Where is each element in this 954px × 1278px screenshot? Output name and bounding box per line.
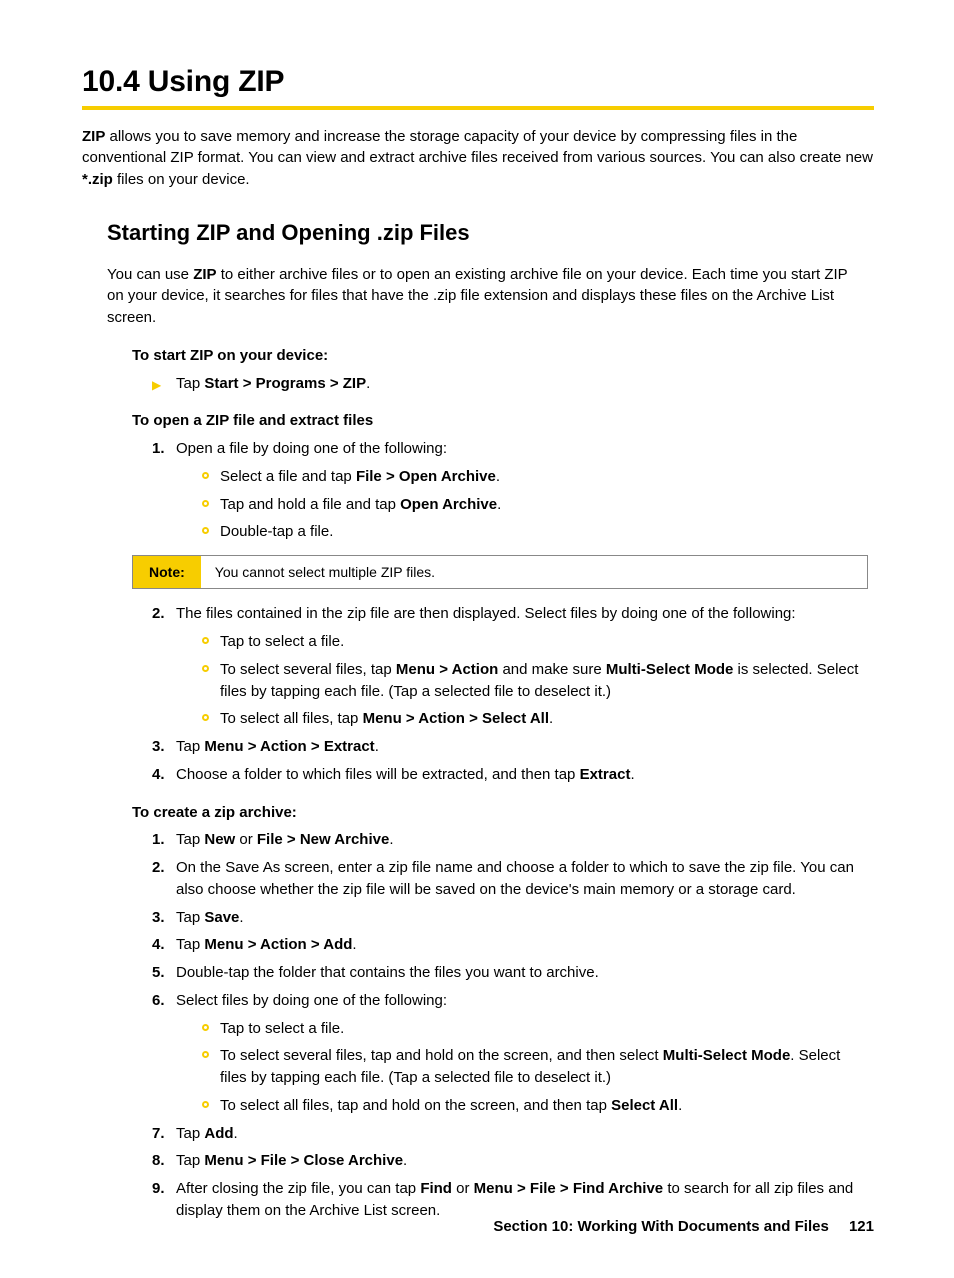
list-item: 2. The files contained in the zip file a…: [152, 603, 868, 730]
sub-bullets: Select a file and tap File > Open Archiv…: [198, 466, 868, 543]
list-item: Double-tap a file.: [198, 521, 868, 543]
list-item: To select all files, tap and hold on the…: [198, 1095, 868, 1117]
list-item: 7. Tap Add.: [152, 1123, 868, 1145]
list-item: To select several files, tap and hold on…: [198, 1045, 868, 1089]
page-footer: Section 10: Working With Documents and F…: [493, 1216, 874, 1238]
list-item: 3. Tap Menu > Action > Extract.: [152, 736, 868, 758]
list-item: 3. Tap Save.: [152, 907, 868, 929]
list-item: 4. Choose a folder to which files will b…: [152, 764, 868, 786]
list-item: To select several files, tap Menu > Acti…: [198, 659, 868, 703]
proc1-title: To start ZIP on your device:: [132, 345, 874, 367]
list-item: 4. Tap Menu > Action > Add.: [152, 934, 868, 956]
proc3-list: 1. Tap New or File > New Archive. 2.On t…: [152, 829, 868, 1221]
list-item: 1. Tap New or File > New Archive.: [152, 829, 868, 851]
section-number: 10.4: [82, 65, 140, 98]
intro-paragraph: ZIP allows you to save memory and increa…: [82, 126, 874, 191]
list-item: 8. Tap Menu > File > Close Archive.: [152, 1150, 868, 1172]
proc3-title: To create a zip archive:: [132, 802, 874, 824]
note-box: Note: You cannot select multiple ZIP fil…: [132, 555, 868, 589]
intro-bold-zip: ZIP: [82, 128, 105, 145]
divider: [82, 106, 874, 110]
note-text: You cannot select multiple ZIP files.: [201, 556, 867, 588]
sub-bullets: Tap to select a file. To select several …: [198, 631, 868, 730]
intro-text-2: files on your device.: [113, 171, 250, 188]
document-page: 10.4 Using ZIP ZIP allows you to save me…: [0, 0, 954, 1278]
list-item: 5.Double-tap the folder that contains th…: [152, 962, 868, 984]
proc2-list: 1. Open a file by doing one of the follo…: [152, 438, 868, 543]
sub-intro: You can use ZIP to either archive files …: [107, 264, 868, 329]
list-item: 1. Open a file by doing one of the follo…: [152, 438, 868, 543]
section-name: Using ZIP: [148, 65, 285, 98]
triangle-bullet-icon: ▶: [152, 377, 161, 394]
list-item: 6. Select files by doing one of the foll…: [152, 990, 868, 1117]
list-item: Select a file and tap File > Open Archiv…: [198, 466, 868, 488]
proc2-title: To open a ZIP file and extract files: [132, 410, 874, 432]
page-title: 10.4 Using ZIP: [82, 60, 874, 104]
list-item: Tap and hold a file and tap Open Archive…: [198, 494, 868, 516]
list-item: Tap to select a file.: [198, 631, 868, 653]
sub-bullets: Tap to select a file. To select several …: [198, 1018, 868, 1117]
footer-section: Section 10: Working With Documents and F…: [493, 1218, 828, 1235]
list-item: 2.On the Save As screen, enter a zip fil…: [152, 857, 868, 901]
subheading: Starting ZIP and Opening .zip Files: [107, 217, 874, 249]
intro-bold-ext: *.zip: [82, 171, 113, 188]
list-item: To select all files, tap Menu > Action >…: [198, 708, 868, 730]
proc2-list-cont: 2. The files contained in the zip file a…: [152, 603, 868, 785]
proc1-step: ▶ Tap Start > Programs > ZIP.: [152, 373, 868, 395]
page-number: 121: [849, 1218, 874, 1235]
note-label: Note:: [133, 556, 201, 588]
list-item: Tap to select a file.: [198, 1018, 868, 1040]
intro-text-1: allows you to save memory and increase t…: [82, 128, 873, 167]
